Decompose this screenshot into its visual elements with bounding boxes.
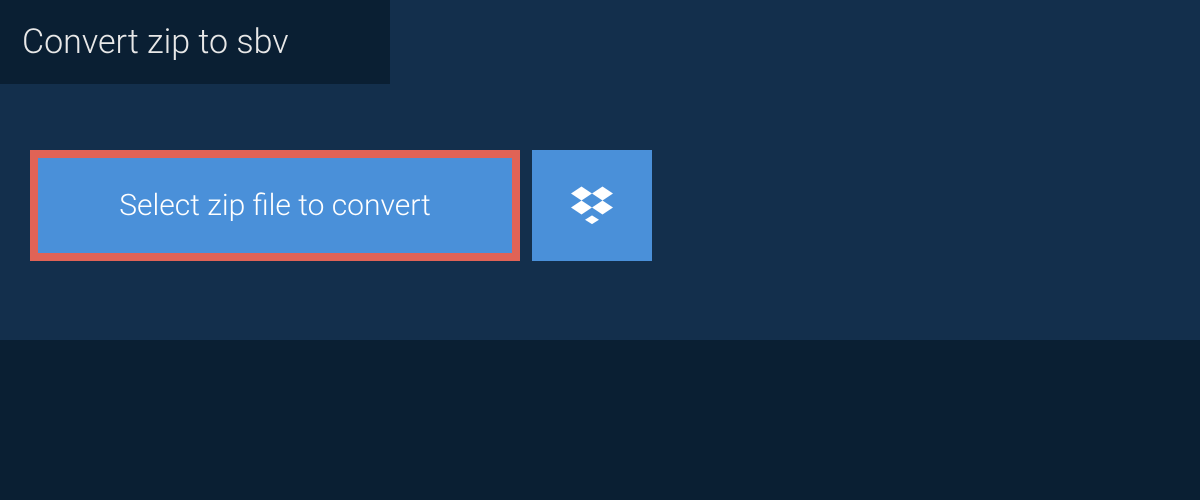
select-file-label: Select zip file to convert xyxy=(119,188,430,223)
dropbox-icon xyxy=(571,183,613,229)
dropbox-button[interactable] xyxy=(532,150,652,261)
select-file-button[interactable]: Select zip file to convert xyxy=(30,150,520,261)
converter-tab[interactable]: Convert zip to sbv xyxy=(0,0,390,84)
tab-label: Convert zip to sbv xyxy=(22,22,289,62)
file-select-row: Select zip file to convert xyxy=(30,150,652,261)
converter-panel: Convert zip to sbv Select zip file to co… xyxy=(0,0,1200,340)
